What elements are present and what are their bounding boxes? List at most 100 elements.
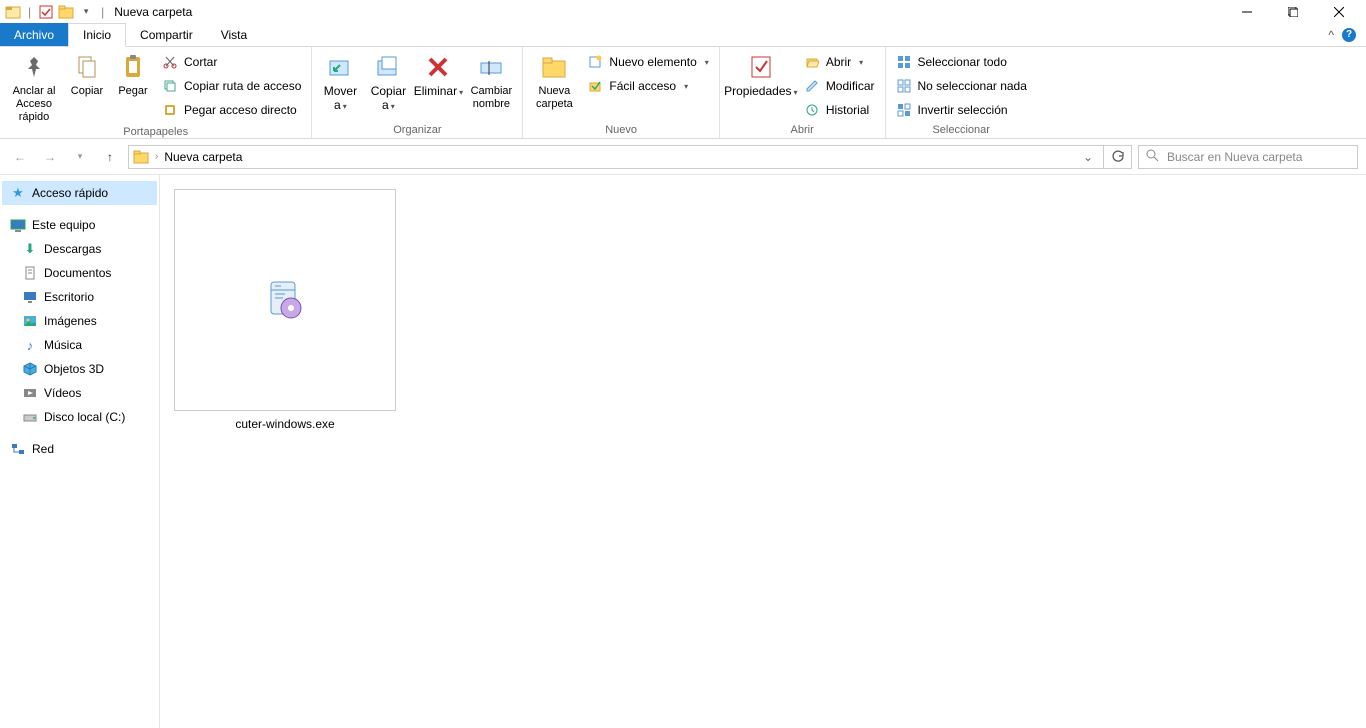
tab-home[interactable]: Inicio: [68, 23, 126, 47]
minimize-button[interactable]: [1224, 0, 1270, 23]
edit-button[interactable]: Modificar: [800, 75, 879, 97]
properties-button[interactable]: Propiedades▾: [726, 49, 796, 99]
pin-quick-access-button[interactable]: Anclar al Acceso rápido: [6, 49, 62, 124]
nav-downloads[interactable]: ⬇ Descargas: [2, 237, 157, 261]
qat-dropdown-icon[interactable]: ▾: [77, 3, 95, 21]
documents-icon: [22, 265, 38, 281]
disk-icon: [22, 409, 38, 425]
new-item-button[interactable]: Nuevo elemento▾: [583, 51, 712, 73]
recent-locations-button[interactable]: ▾: [68, 145, 92, 169]
ribbon: Anclar al Acceso rápido Copiar Pegar Cor…: [0, 47, 1366, 139]
forward-button[interactable]: →: [38, 145, 62, 169]
paste-button[interactable]: Pegar: [112, 49, 154, 98]
invert-selection-button[interactable]: Invertir selección: [892, 99, 1031, 121]
history-button[interactable]: Historial: [800, 99, 879, 121]
close-button[interactable]: [1316, 0, 1362, 23]
select-none-button[interactable]: No seleccionar nada: [892, 75, 1031, 97]
maximize-button[interactable]: [1270, 0, 1316, 23]
copy-to-button[interactable]: Copiar a▾: [366, 49, 410, 113]
title-bar: | ▾ | Nueva carpeta: [0, 0, 1366, 23]
pin-icon: [18, 51, 50, 83]
tab-view[interactable]: Vista: [207, 23, 261, 46]
downloads-icon: ⬇: [22, 241, 38, 257]
folder-qat-icon[interactable]: [57, 3, 75, 21]
paste-icon: [117, 51, 149, 83]
nav-quick-access[interactable]: ★ Acceso rápido: [2, 181, 157, 205]
folder-icon: [133, 149, 149, 165]
group-label-new: Nuevo: [529, 122, 712, 138]
pictures-icon: [22, 313, 38, 329]
cut-button[interactable]: Cortar: [158, 51, 305, 73]
new-folder-icon: [538, 51, 570, 83]
separator: |: [28, 5, 31, 19]
easy-access-button[interactable]: Fácil acceso▾: [583, 75, 712, 97]
help-icon[interactable]: ?: [1342, 28, 1356, 42]
properties-qat-icon[interactable]: [37, 3, 55, 21]
ribbon-group-organize: Mover a▾ Copiar a▾ Eliminar▾ Cambiar nom…: [312, 47, 523, 138]
ribbon-group-new: Nueva carpeta Nuevo elemento▾ Fácil acce…: [523, 47, 719, 138]
edit-icon: [804, 78, 820, 94]
ribbon-group-select: Seleccionar todo No seleccionar nada Inv…: [886, 47, 1037, 138]
videos-icon: [22, 385, 38, 401]
music-icon: ♪: [22, 337, 38, 353]
nav-network[interactable]: Red: [2, 437, 157, 461]
back-button[interactable]: ←: [8, 145, 32, 169]
nav-music[interactable]: ♪ Música: [2, 333, 157, 357]
move-to-button[interactable]: Mover a▾: [318, 49, 362, 113]
chevron-right-icon[interactable]: ›: [155, 151, 158, 162]
nav-local-disk[interactable]: Disco local (C:): [2, 405, 157, 429]
open-icon: [804, 54, 820, 70]
properties-icon: [745, 51, 777, 83]
tab-share[interactable]: Compartir: [126, 23, 207, 46]
group-label-clipboard: Portapapeles: [6, 124, 305, 140]
history-icon: [804, 102, 820, 118]
search-input[interactable]: Buscar en Nueva carpeta: [1138, 145, 1358, 169]
nav-pictures[interactable]: Imágenes: [2, 309, 157, 333]
copy-button[interactable]: Copiar: [66, 49, 108, 98]
nav-documents[interactable]: Documentos: [2, 261, 157, 285]
ribbon-group-open: Propiedades▾ Abrir▾ Modificar Historial …: [720, 47, 886, 138]
nav-desktop[interactable]: Escritorio: [2, 285, 157, 309]
copy-path-button[interactable]: Copiar ruta de acceso: [158, 75, 305, 97]
collapse-ribbon-icon[interactable]: ^: [1328, 28, 1334, 42]
scissors-icon: [162, 54, 178, 70]
select-all-button[interactable]: Seleccionar todo: [892, 51, 1031, 73]
content-pane[interactable]: cuter-windows.exe: [160, 175, 1366, 728]
file-item[interactable]: cuter-windows.exe: [174, 189, 396, 431]
copy-path-icon: [162, 78, 178, 94]
address-bar[interactable]: › Nueva carpeta ⌄: [128, 145, 1104, 169]
group-label-organize: Organizar: [318, 122, 516, 138]
objects3d-icon: [22, 361, 38, 377]
address-dropdown-icon[interactable]: ⌄: [1077, 150, 1099, 164]
delete-button[interactable]: Eliminar▾: [414, 49, 462, 99]
select-all-icon: [896, 54, 912, 70]
tab-file[interactable]: Archivo: [0, 23, 68, 46]
navigation-pane[interactable]: ★ Acceso rápido Este equipo ⬇ Descargas …: [0, 175, 160, 728]
new-item-icon: [587, 54, 603, 70]
app-icon: [4, 3, 22, 21]
search-icon: [1145, 148, 1159, 165]
copy-icon: [71, 51, 103, 83]
paste-shortcut-button[interactable]: Pegar acceso directo: [158, 99, 305, 121]
window-title: Nueva carpeta: [114, 5, 192, 19]
breadcrumb-current[interactable]: Nueva carpeta: [164, 150, 242, 164]
select-none-icon: [896, 78, 912, 94]
file-thumbnail: [174, 189, 396, 411]
nav-3d-objects[interactable]: Objetos 3D: [2, 357, 157, 381]
rename-icon: [475, 51, 507, 83]
star-icon: ★: [10, 185, 26, 201]
nav-videos[interactable]: Vídeos: [2, 381, 157, 405]
ribbon-tabs: Archivo Inicio Compartir Vista ^ ?: [0, 23, 1366, 47]
refresh-button[interactable]: [1104, 145, 1132, 169]
nav-this-pc[interactable]: Este equipo: [2, 213, 157, 237]
group-label-select: Seleccionar: [892, 122, 1031, 138]
copy-to-icon: [372, 51, 404, 83]
pc-icon: [10, 217, 26, 233]
paste-shortcut-icon: [162, 102, 178, 118]
up-button[interactable]: ↑: [98, 145, 122, 169]
open-button[interactable]: Abrir▾: [800, 51, 879, 73]
ribbon-group-clipboard: Anclar al Acceso rápido Copiar Pegar Cor…: [0, 47, 312, 138]
new-folder-button[interactable]: Nueva carpeta: [529, 49, 579, 111]
group-label-open: Abrir: [726, 122, 879, 138]
rename-button[interactable]: Cambiar nombre: [466, 49, 516, 111]
